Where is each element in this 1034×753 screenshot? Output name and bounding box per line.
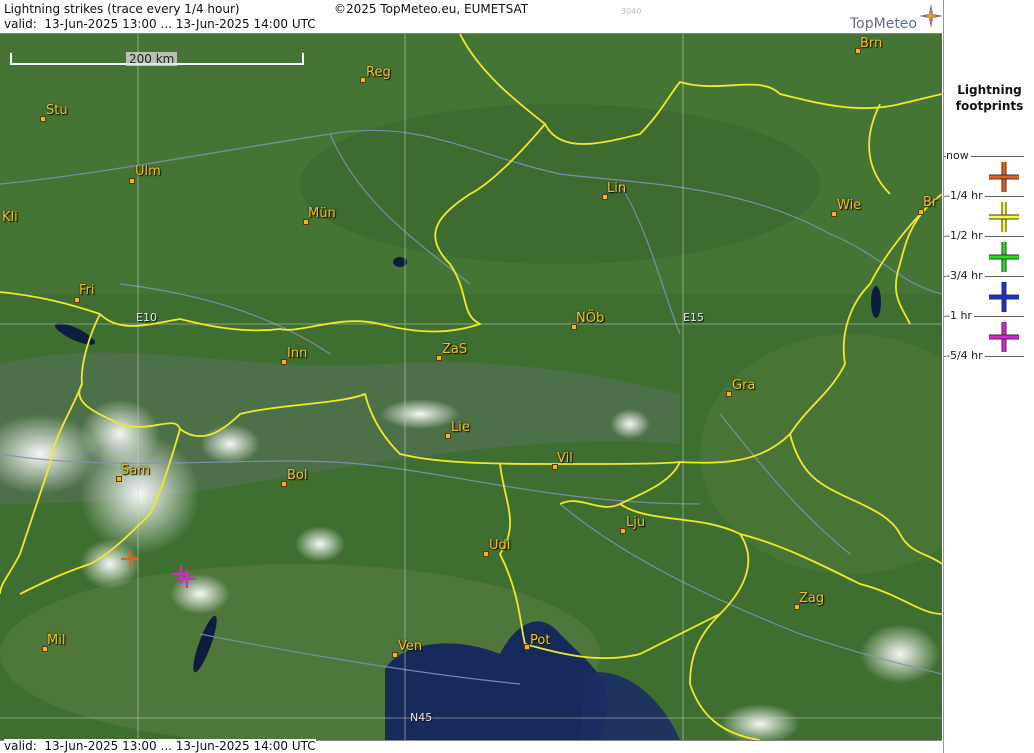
image-code: 3040 <box>621 5 642 19</box>
city-label-brn[interactable]: Brn <box>860 36 882 51</box>
legend-label: -1/4 hr <box>946 189 985 202</box>
city-label-zas[interactable]: ZaS <box>442 342 467 357</box>
map-canvas <box>0 34 942 740</box>
legend-label: -5/4 hr <box>946 349 985 362</box>
city-label-pot[interactable]: Pot <box>530 633 550 648</box>
grid-label-n45: N45 <box>410 711 433 724</box>
legend-cross-icon <box>989 282 1019 312</box>
city-label-ven[interactable]: Ven <box>398 639 422 654</box>
map-title: Lightning strikes (trace every 1/4 hour) <box>4 2 240 16</box>
logo-text: TopMeteo <box>850 16 917 32</box>
city-label-lie[interactable]: Lie <box>451 420 470 435</box>
legend-cross-icon <box>989 202 1019 232</box>
legend-panel: Lightning footprints now -1/4 hr -1/2 hr -3… <box>943 0 1034 753</box>
city-label-gra[interactable]: Gra <box>732 378 755 393</box>
city-label-wie[interactable]: Wie <box>837 198 861 213</box>
scale-label: 200 km <box>126 52 178 66</box>
city-label-inn[interactable]: Inn <box>287 346 307 361</box>
city-label-mun[interactable]: Mün <box>308 206 336 221</box>
topmeteo-logo[interactable]: TopMeteo <box>850 2 942 32</box>
lightning-strike-marker[interactable] <box>178 570 196 588</box>
city-label-ulm[interactable]: Ulm <box>135 164 161 179</box>
city-label-udi[interactable]: Udi <box>489 538 510 553</box>
copyright-text: ©2025 TopMeteo.eu, EUMETSAT <box>334 2 529 16</box>
city-label-zag[interactable]: Zag <box>799 591 824 606</box>
satellite-map[interactable]: 200 km E10 E15 N45 Brn Reg Stu Ulm Kli M… <box>0 33 942 741</box>
lightning-strike-marker[interactable] <box>121 550 139 568</box>
legend-cross-icon <box>989 242 1019 272</box>
grid-label-e10: E10 <box>136 311 157 324</box>
city-label-mil[interactable]: Mil <box>47 633 65 648</box>
city-label-vil[interactable]: Vil <box>557 451 573 466</box>
city-label-stu[interactable]: Stu <box>46 103 68 118</box>
valid-time-bottom: valid: 13-Jun-2025 13:00 ... 13-Jun-2025… <box>4 739 316 753</box>
legend-title-line1: Lightning <box>957 83 1022 97</box>
city-label-br[interactable]: Br <box>923 195 937 210</box>
legend-cross-icon <box>989 322 1019 352</box>
city-label-kli[interactable]: Kli <box>2 210 18 225</box>
legend-label: -3/4 hr <box>946 269 985 282</box>
valid-time-top: valid: 13-Jun-2025 13:00 ... 13-Jun-2025… <box>4 17 316 31</box>
city-label-lju[interactable]: Lju <box>626 515 645 530</box>
legend-title: Lightning footprints <box>944 82 1034 114</box>
legend-cross-icon <box>989 162 1019 192</box>
city-label-fri[interactable]: Fri <box>79 283 95 298</box>
city-label-sam[interactable]: Sam <box>121 463 150 478</box>
legend-label: now <box>946 149 971 162</box>
city-label-bol[interactable]: Bol <box>287 468 307 483</box>
city-label-reg[interactable]: Reg <box>366 65 391 80</box>
legend-label: -1 hr <box>946 309 974 322</box>
legend-title-line2: footprints <box>955 99 1024 113</box>
legend-label: -1/2 hr <box>946 229 985 242</box>
grid-label-e15: E15 <box>683 311 704 324</box>
city-label-nob[interactable]: NÖb <box>576 311 604 326</box>
city-label-lin[interactable]: Lin <box>607 181 626 196</box>
